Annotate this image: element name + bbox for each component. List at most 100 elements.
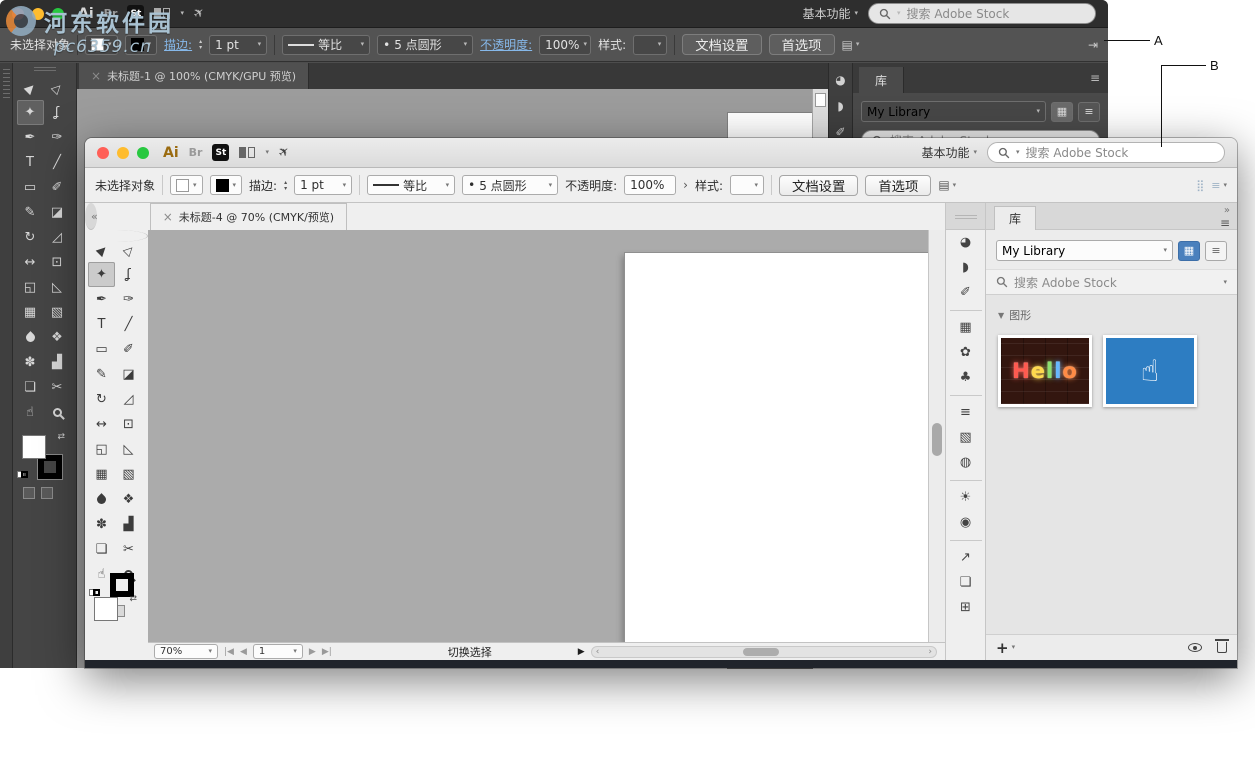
collapse-panels-icon[interactable]: » (1224, 205, 1230, 216)
minimize-window-button[interactable] (32, 8, 44, 20)
appearance-panel-icon[interactable]: ☀ (953, 485, 979, 510)
dock-divider-4[interactable] (950, 535, 982, 541)
color-guide-panel-icon[interactable]: ◗ (953, 255, 979, 280)
fill-color-select[interactable]: ▾ (85, 35, 118, 55)
stroke-label[interactable]: 描边: (249, 177, 277, 194)
close-tab-icon[interactable]: × (163, 210, 173, 224)
shape-builder-tool[interactable]: ◱ (17, 275, 44, 300)
next-artboard-icon[interactable]: ▶ (309, 647, 316, 657)
graphic-styles-panel-icon[interactable]: ◉ (953, 510, 979, 535)
preferences-button[interactable]: 首选项 (769, 34, 835, 55)
color-panel-icon[interactable]: ◕ (830, 67, 852, 93)
magic-wand-tool[interactable]: ✦ (17, 100, 44, 125)
style-select[interactable]: ▾ (730, 175, 764, 195)
stock-search-input[interactable]: ▾ 搜索 Adobe Stock (987, 142, 1225, 163)
artboard-tool[interactable]: ❏ (17, 375, 44, 400)
mesh-tool[interactable]: ▦ (88, 462, 115, 487)
library-item-hand-cursor[interactable]: ☝ (1103, 335, 1197, 407)
close-tab-icon[interactable]: × (91, 69, 101, 83)
dock-divider-2[interactable] (950, 390, 982, 396)
panel-menu-icon[interactable]: ≡ (1090, 71, 1100, 85)
libraries-tab[interactable]: 库 (994, 206, 1036, 230)
free-transform-tool[interactable]: ⊡ (44, 250, 71, 275)
stroke-panel-icon[interactable]: ≡ (953, 400, 979, 425)
minimize-window-button[interactable] (117, 147, 129, 159)
status-expand-icon[interactable]: ▶ (578, 647, 585, 657)
opacity-expand-icon[interactable]: › (683, 178, 688, 192)
collapse-panel-icon[interactable]: ⇥ (1088, 38, 1098, 52)
stroke-weight-stepper[interactable]: ▴▾ (199, 39, 202, 50)
stroke-profile-select[interactable]: 等比▾ (282, 35, 370, 55)
opacity-label[interactable]: 不透明度: (565, 177, 617, 194)
shaper-tool[interactable]: ✎ (17, 200, 44, 225)
scroll-tabs-left-icon[interactable]: « (85, 210, 102, 229)
bridge-button[interactable]: Br (189, 146, 203, 159)
paintbrush-tool[interactable]: ✐ (115, 337, 142, 362)
asset-export-panel-icon[interactable]: ↗ (953, 545, 979, 570)
workspace-switcher[interactable]: 基本功能 ▾ (802, 5, 858, 22)
graphics-section-header[interactable]: ▼ 图形 (986, 295, 1237, 327)
pen-tool[interactable]: ✒ (88, 287, 115, 312)
stroke-color-select[interactable]: ▾ (210, 175, 243, 195)
paintbrush-tool[interactable]: ✐ (44, 175, 71, 200)
symbols-panel-icon[interactable]: ♣ (953, 365, 979, 390)
vertical-scrollbar-thumb[interactable] (932, 423, 942, 456)
document-setup-button[interactable]: 文档设置 (682, 34, 761, 55)
stroke-color-select[interactable]: ▾ (125, 35, 158, 55)
swatches-panel-icon[interactable]: ▦ (953, 315, 979, 340)
scale-tool[interactable]: ◿ (44, 225, 71, 250)
arrange-documents-icon[interactable] (239, 147, 255, 158)
curvature-tool[interactable]: ✑ (44, 125, 71, 150)
stroke-label[interactable]: 描边: (164, 36, 192, 53)
scroll-left-icon[interactable]: ‹ (596, 647, 600, 657)
workspace-switcher[interactable]: 基本功能 ▾ (921, 144, 977, 161)
bridge-button[interactable]: Br (104, 7, 118, 20)
front-canvas[interactable] (148, 230, 928, 642)
zoom-tool[interactable] (44, 400, 71, 425)
symbol-lib-panel-icon[interactable]: ✿ (953, 340, 979, 365)
shaper-tool[interactable]: ✎ (88, 362, 115, 387)
default-fill-stroke-icon[interactable] (17, 467, 28, 481)
selection-tool[interactable]: ▶ (17, 75, 44, 100)
layers-panel-icon[interactable]: ❏ (953, 570, 979, 595)
fill-indicator[interactable] (22, 435, 46, 459)
panel-menu-icon[interactable]: ≡ (1220, 216, 1230, 230)
add-library-item-button[interactable]: + (996, 639, 1009, 657)
stock-button[interactable]: St (212, 144, 229, 161)
line-segment-tool[interactable]: ╱ (44, 150, 71, 175)
horizontal-scrollbar-thumb[interactable] (743, 648, 779, 656)
horizontal-scrollbar[interactable]: ‹ › (591, 646, 937, 658)
artboard-number-select[interactable]: 1▾ (253, 644, 303, 659)
dock-divider-1[interactable] (950, 305, 982, 311)
eye-icon[interactable] (1188, 643, 1202, 652)
pen-tool[interactable]: ✒ (17, 125, 44, 150)
brushes-panel-icon[interactable]: ✐ (953, 280, 979, 305)
eyedropper-tool[interactable] (17, 325, 44, 350)
gradient-panel-icon[interactable]: ▧ (953, 425, 979, 450)
column-graph-tool[interactable]: ▟ (44, 350, 71, 375)
first-artboard-icon[interactable]: |◀ (224, 647, 234, 657)
direct-selection-tool[interactable]: ▷ (44, 75, 71, 100)
lasso-tool[interactable]: ʆ (115, 262, 142, 287)
list-view-button[interactable]: ≡ (1205, 241, 1227, 261)
blend-tool[interactable]: ❖ (44, 325, 71, 350)
column-graph-tool[interactable]: ▟ (115, 512, 142, 537)
rotate-tool[interactable]: ↻ (88, 387, 115, 412)
eraser-tool[interactable]: ◪ (44, 200, 71, 225)
eyedropper-tool[interactable] (88, 487, 115, 512)
shape-builder-tool[interactable]: ◱ (88, 437, 115, 462)
rectangle-tool[interactable]: ▭ (17, 175, 44, 200)
stroke-weight-stepper[interactable]: ▴▾ (284, 180, 287, 191)
style-select[interactable]: ▾ (633, 35, 667, 55)
stock-button[interactable]: St (127, 5, 144, 22)
dots-grid-icon[interactable]: ⣿ (1196, 179, 1204, 192)
eraser-tool[interactable]: ◪ (115, 362, 142, 387)
draw-behind-icon[interactable] (41, 487, 53, 499)
gpu-performance-icon[interactable]: ✈ (276, 143, 294, 162)
stock-search-input[interactable]: ▾ 搜索 Adobe Stock (868, 3, 1096, 24)
perspective-grid-tool[interactable]: ◺ (115, 437, 142, 462)
selection-tool[interactable]: ▶ (88, 237, 115, 262)
fill-indicator[interactable] (94, 597, 118, 621)
back-document-tab[interactable]: × 未标题-1 @ 100% (CMYK/GPU 预览) (79, 63, 309, 89)
color-guide-panel-icon[interactable]: ◗ (830, 93, 852, 119)
